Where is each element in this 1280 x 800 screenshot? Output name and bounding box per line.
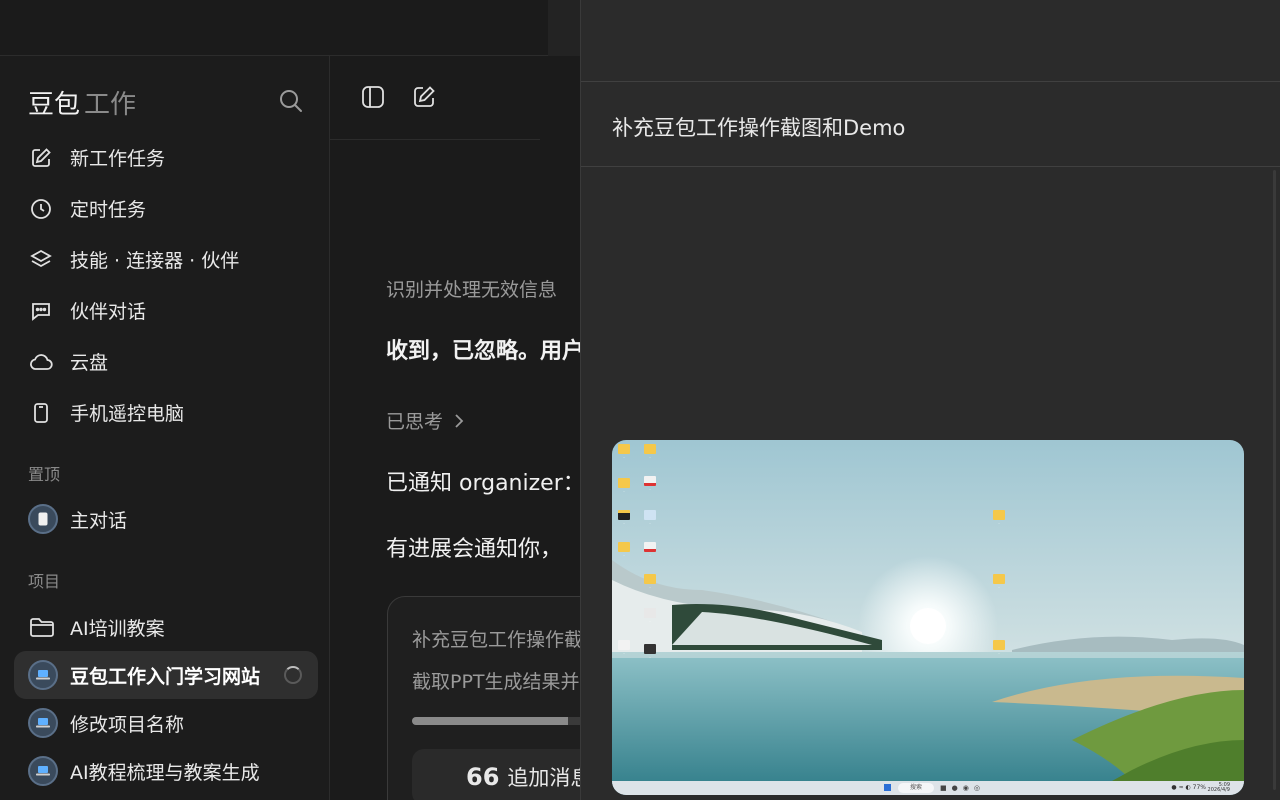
task-card-subtitle: 截取PPT生成结果并 — [412, 671, 580, 693]
system-tray[interactable]: ● ≈ ◐ 77% — [1171, 784, 1206, 791]
nav-label: 技能 · 连接器 · 伙伴 — [70, 250, 240, 272]
assistant-message: 已通知 organizer： — [386, 471, 580, 496]
panel-header — [581, 0, 1280, 82]
new-chat-icon[interactable] — [411, 84, 439, 112]
desktop-file-icon[interactable]: · — [642, 608, 658, 630]
desktop-folder-icon[interactable]: · — [616, 478, 632, 500]
conv-label: AI教程梳理与教案生成 — [70, 761, 260, 784]
conv-label: AI培训教案 — [70, 617, 165, 640]
nav-new-task[interactable]: 新工作任务 — [14, 132, 316, 183]
thinking-label: 已思考 — [386, 411, 444, 433]
chevron-right-icon — [453, 412, 465, 435]
clock-date: 2026/4/9 — [1207, 787, 1230, 793]
window-top-bar — [0, 0, 580, 56]
project-ai-training[interactable]: AI培训教案 — [14, 603, 318, 651]
assistant-message: 收到，已忽略。用户 — [386, 339, 580, 364]
project-rename[interactable]: 修改项目名称 — [14, 699, 318, 747]
append-message-label: 追加消息 — [507, 766, 580, 790]
conv-label: 豆包工作入门学习网站 — [70, 665, 261, 688]
project-doubao-learning-site[interactable]: 豆包工作入门学习网站 — [14, 651, 318, 699]
nav-label: 定时任务 — [70, 199, 147, 221]
brand-logo: 豆包 工作 — [28, 84, 136, 121]
nav-partner-chat[interactable]: 伙伴对话 — [14, 285, 316, 336]
panel-title: 补充豆包工作操作截图和Demo — [612, 116, 906, 140]
conv-label: 修改项目名称 — [70, 713, 185, 736]
desktop-file-icon[interactable]: · — [616, 640, 632, 662]
desktop-pdf-icon[interactable]: · — [642, 542, 658, 564]
task-progress-bar — [412, 717, 580, 725]
desktop-wallpaper — [612, 440, 1244, 795]
desktop-folder-icon[interactable]: · — [616, 542, 632, 564]
pinned-main-chat[interactable]: 主对话 — [14, 495, 318, 543]
layers-icon — [28, 247, 54, 273]
desktop-recycle-bin-icon[interactable]: · — [642, 510, 658, 532]
conv-label: 主对话 — [70, 509, 128, 532]
projects-section-label: 项目 — [28, 572, 61, 591]
top-bar-tab — [548, 0, 580, 56]
edit-icon — [28, 145, 54, 171]
nav-label: 云盘 — [70, 352, 109, 374]
folder-icon — [28, 615, 58, 639]
laptop-avatar-icon — [28, 660, 58, 690]
main-toolbar — [330, 56, 540, 140]
search-icon[interactable] — [278, 88, 304, 114]
sidebar: 豆包 工作 新工作任务 定时任务 技能 · 连接器 · 伙伴 伙伴对话 云盘 手机… — [0, 56, 330, 800]
loading-spinner-icon — [284, 666, 302, 684]
desktop-folder-icon[interactable]: · — [991, 574, 1007, 596]
desktop-app-icon[interactable]: · — [616, 510, 632, 532]
pinned-section-label: 置顶 — [28, 465, 61, 484]
laptop-avatar-icon — [28, 756, 58, 786]
desktop-screenshot: · · · · · · · · · · · · · · · 搜索 ■●◉◎ ● … — [612, 440, 1244, 795]
desktop-folder-icon[interactable]: · — [642, 444, 658, 466]
nav-label: 新工作任务 — [70, 148, 166, 170]
append-message-button[interactable]: 66 追加消息 — [412, 749, 580, 800]
nav-phone-remote[interactable]: 手机遥控电脑 — [14, 387, 316, 438]
windows-start-icon[interactable] — [884, 784, 891, 791]
brand-sub: 工作 — [84, 90, 137, 120]
desktop-folder-icon[interactable]: · — [616, 444, 632, 466]
assistant-message: 有进展会通知你， — [386, 537, 563, 562]
panel-divider — [581, 166, 1280, 167]
brand-main: 豆包 — [28, 90, 81, 120]
thinking-toggle[interactable]: 已思考 — [386, 407, 465, 435]
nav-cloud-drive[interactable]: 云盘 — [14, 336, 316, 387]
sidebar-toggle-icon[interactable] — [360, 84, 388, 112]
nav-scheduled-tasks[interactable]: 定时任务 — [14, 183, 316, 234]
phone-avatar-icon — [28, 504, 58, 534]
windows-taskbar: 搜索 ■●◉◎ ● ≈ ◐ 77% 5:09 2026/4/9 — [612, 781, 1244, 795]
desktop-app-icon[interactable]: · — [642, 644, 658, 666]
desktop-folder-icon[interactable]: · — [642, 574, 658, 596]
taskbar-clock[interactable]: 5:09 2026/4/9 — [1208, 783, 1230, 793]
nav-label: 伙伴对话 — [70, 301, 147, 323]
laptop-avatar-icon — [28, 708, 58, 738]
main-nav: 新工作任务 定时任务 技能 · 连接器 · 伙伴 伙伴对话 云盘 手机遥控电脑 — [14, 132, 316, 438]
task-status-text: 识别并处理无效信息 — [386, 279, 558, 301]
taskbar-search[interactable]: 搜索 — [898, 783, 934, 793]
battery-text: 77% — [1192, 784, 1206, 791]
panel-scrollbar[interactable] — [1273, 170, 1276, 790]
clock-icon — [28, 196, 54, 222]
desktop-pdf-icon[interactable]: · — [642, 476, 658, 498]
desktop-folder-icon[interactable]: · — [991, 640, 1007, 662]
chat-icon — [28, 298, 54, 324]
phone-icon — [28, 400, 54, 426]
desktop-folder-icon[interactable]: · — [991, 510, 1007, 532]
nav-label: 手机遥控电脑 — [70, 403, 185, 425]
project-ai-tutorial[interactable]: AI教程梳理与教案生成 — [14, 747, 318, 795]
cloud-icon — [28, 349, 54, 375]
main-chat: 识别并处理无效信息 收到，已忽略。用户 已思考 已通知 organizer： 有… — [330, 56, 580, 800]
quote-icon: 66 — [466, 763, 500, 791]
task-card: 补充豆包工作操作截图和Demo 截取PPT生成结果并 66 追加消息 — [387, 596, 580, 800]
taskbar-app-icons[interactable]: ■●◉◎ — [940, 784, 985, 792]
detail-panel: 补充豆包工作操作截图和Demo · · · · · · · · · · · · … — [580, 0, 1280, 800]
nav-skills[interactable]: 技能 · 连接器 · 伙伴 — [14, 234, 316, 285]
task-card-title: 补充豆包工作操作截图和Demo — [412, 629, 580, 651]
